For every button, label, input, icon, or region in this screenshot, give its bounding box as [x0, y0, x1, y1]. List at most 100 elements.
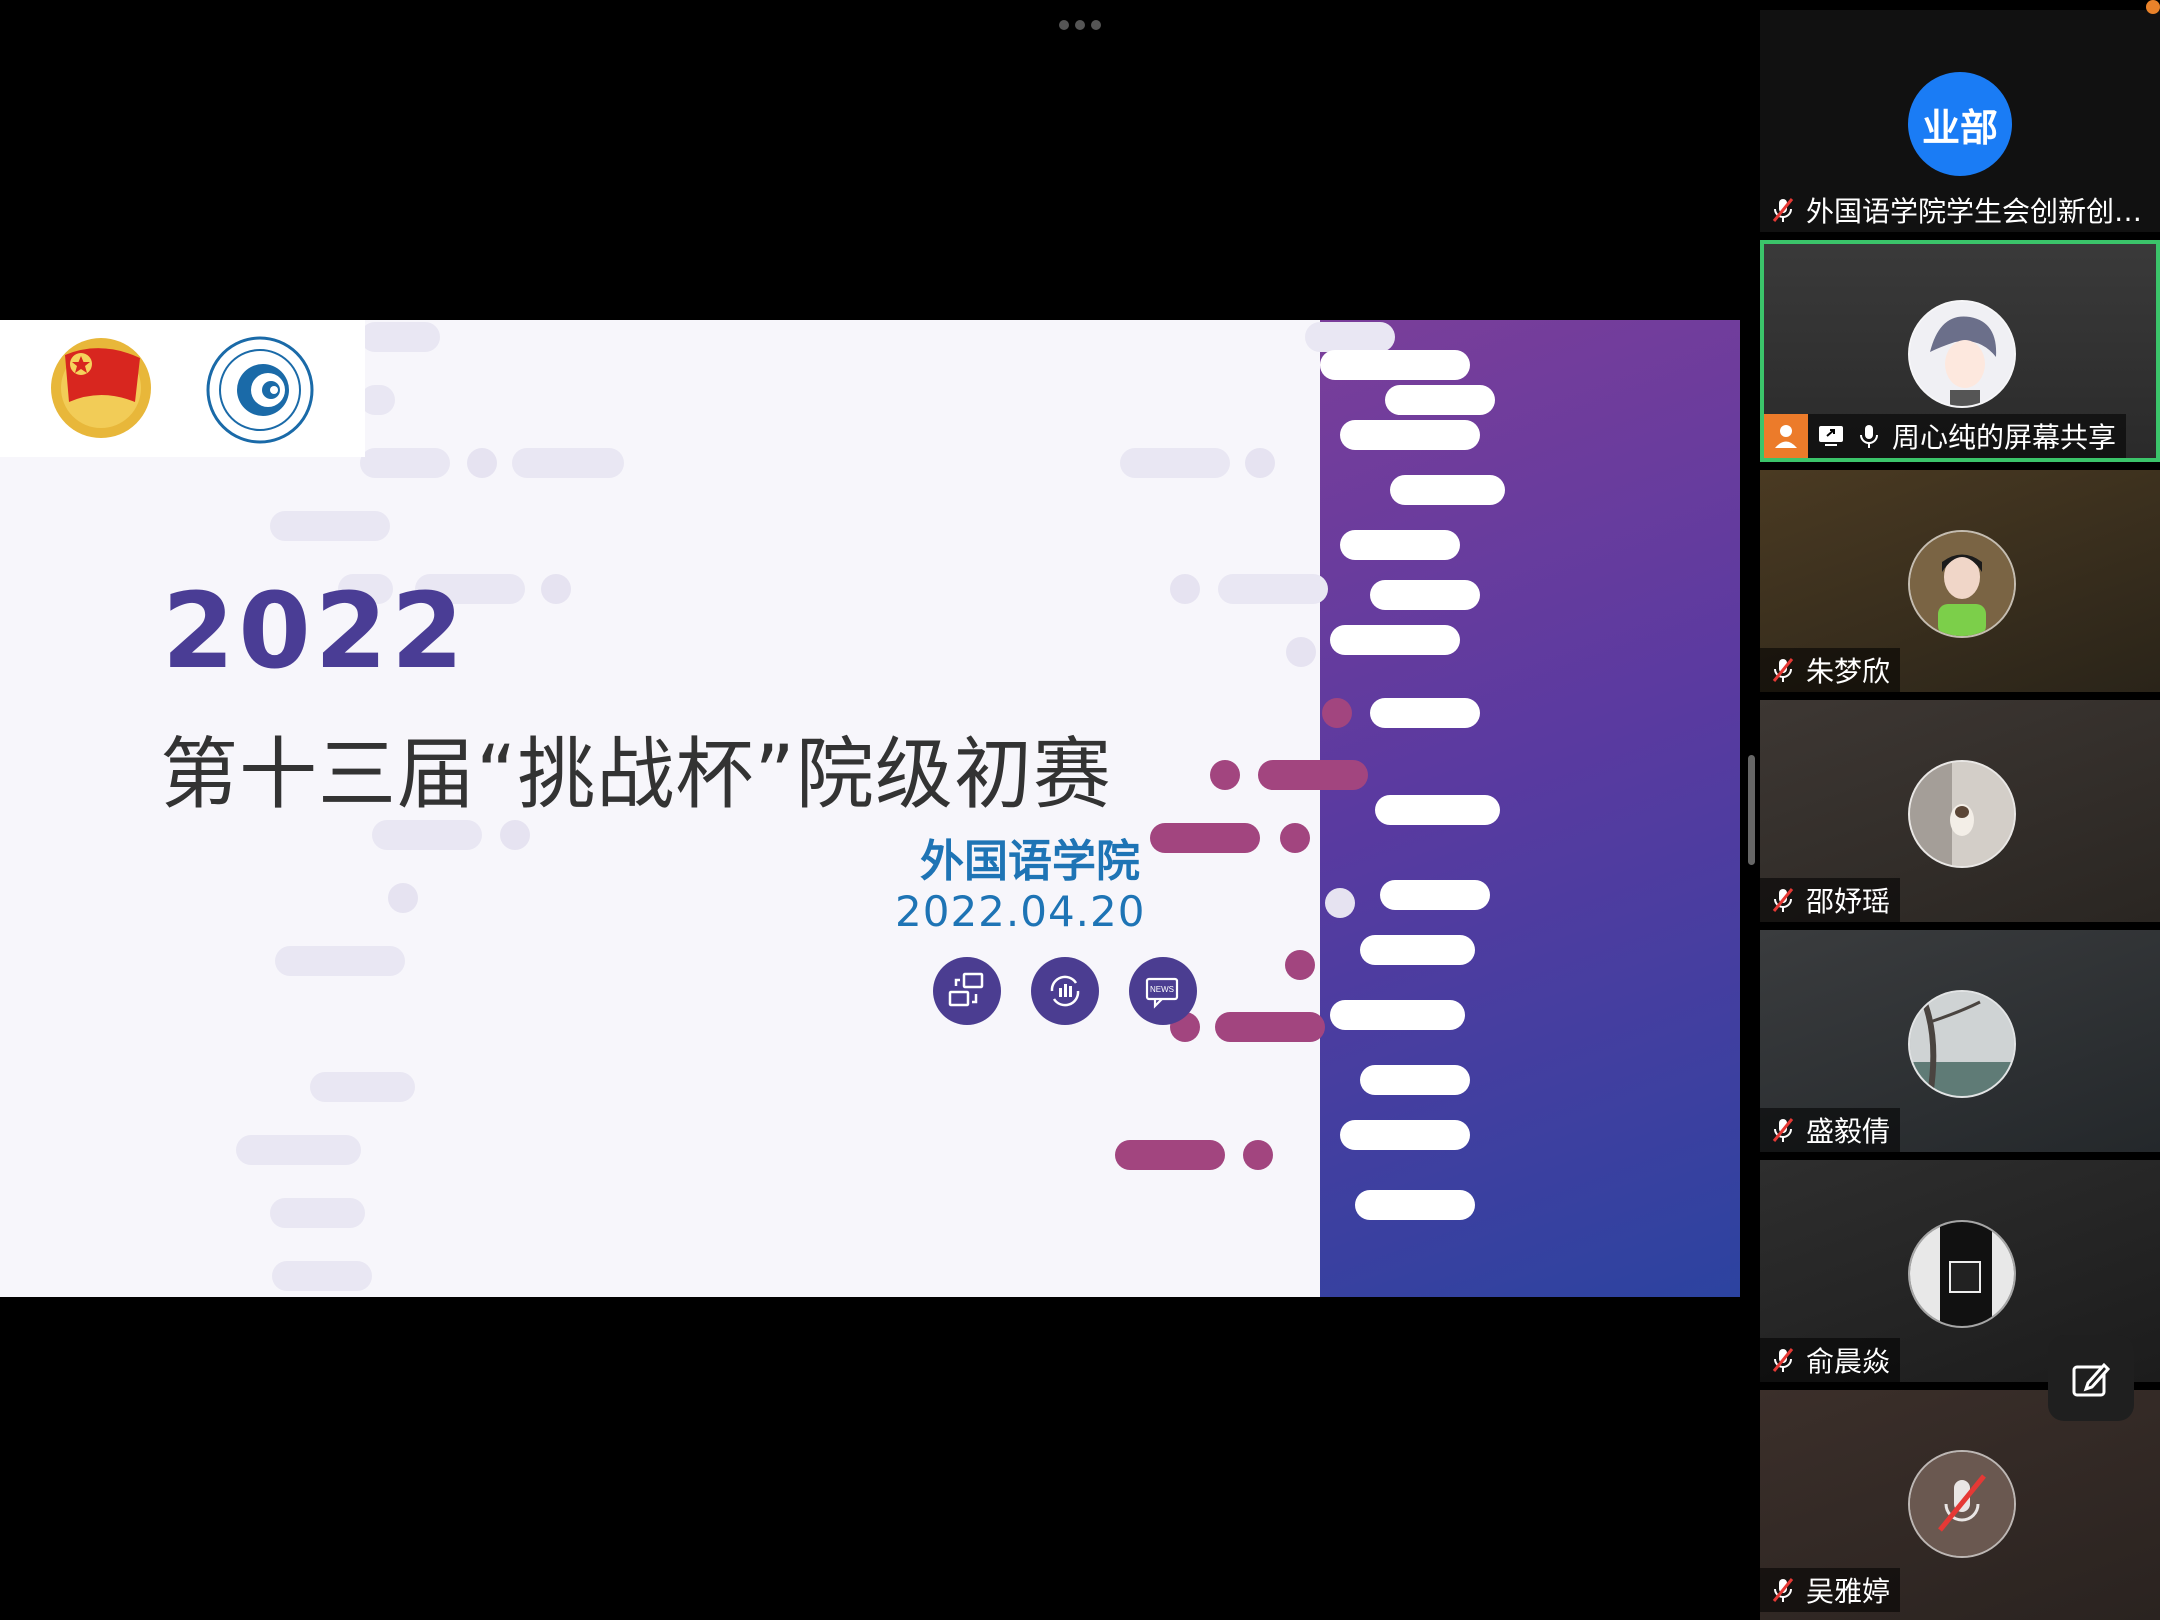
host-icon [1764, 414, 1808, 458]
avatar [1908, 1450, 2016, 1558]
participant-name-tag: 邵妤瑶 [1760, 878, 1901, 922]
deco-pill [1355, 1190, 1475, 1220]
participant-name: 周心纯的屏幕共享 [1892, 421, 2117, 454]
mic-on-icon [1860, 425, 1878, 448]
deco-pill [1370, 698, 1480, 728]
mic-muted-icon [1772, 1118, 1794, 1142]
deco-pill [310, 1072, 415, 1102]
deco-pill [1150, 823, 1260, 853]
deco-dot [1243, 1140, 1273, 1170]
deco-dot [1322, 698, 1352, 728]
slide-college: 外国语学院 [920, 836, 1140, 887]
avatar [1908, 530, 2016, 638]
presentation-slide: 2022 第十三届“挑战杯”院级初赛 外国语学院 2022.04.20 NEWS [0, 320, 1740, 1297]
share-screen-icon [933, 957, 1001, 1025]
deco-pill [360, 385, 395, 415]
panel-resize-handle[interactable] [1748, 755, 1755, 865]
deco-dot [467, 448, 497, 478]
participant-tile-active[interactable]: 周心纯的屏幕共享 [1760, 240, 2160, 462]
deco-pill [1340, 420, 1480, 450]
chart-refresh-icon [1031, 957, 1099, 1025]
participant-name: 俞晨焱 [1806, 1345, 1891, 1378]
deco-pill [1115, 1140, 1225, 1170]
deco-dot [1170, 574, 1200, 604]
participant-name-tag: 吴雅婷 [1760, 1568, 1901, 1612]
avatar [1908, 760, 2016, 868]
deco-pill [1390, 475, 1505, 505]
deco-pill [236, 1135, 361, 1165]
deco-pill [1215, 1012, 1325, 1042]
deco-dot [1210, 760, 1240, 790]
deco-pill [360, 322, 440, 352]
shared-screen-area: 2022 第十三届“挑战杯”院级初赛 外国语学院 2022.04.20 NEWS [0, 0, 1760, 1620]
deco-dot [541, 574, 571, 604]
youth-league-emblem [51, 338, 151, 438]
participant-name: 邵妤瑶 [1806, 885, 1891, 918]
deco-pill [272, 1261, 372, 1291]
deco-pill [1385, 385, 1495, 415]
participant-name: 外国语学院学生会创新创… [1806, 195, 2143, 228]
slide-icon-row: NEWS [933, 957, 1197, 1025]
deco-pill [275, 946, 405, 976]
participant-name: 盛毅倩 [1806, 1115, 1891, 1148]
mic-muted-icon [1772, 888, 1794, 912]
annotate-icon[interactable] [2048, 1335, 2134, 1421]
deco-dot [388, 883, 418, 913]
deco-dot [1286, 637, 1316, 667]
slide-year: 2022 [162, 570, 468, 692]
avatar-initials: 业部 [1921, 105, 1998, 150]
participant-tile[interactable]: 盛毅倩 [1760, 930, 2160, 1152]
mic-muted-icon [1772, 1578, 1794, 1602]
deco-pill [270, 1198, 365, 1228]
participant-name-tag: 盛毅倩 [1760, 1108, 1901, 1152]
deco-dot [1285, 950, 1315, 980]
deco-pill [372, 820, 482, 850]
avatar: 业部 [1908, 72, 2012, 176]
participant-name-tag: 朱梦欣 [1760, 648, 1901, 692]
deco-pill [1380, 880, 1490, 910]
participant-name: 朱梦欣 [1806, 655, 1891, 688]
avatar [1908, 990, 2016, 1098]
avatar [1908, 1220, 2016, 1328]
participant-tile[interactable]: 吴雅婷 [1760, 1390, 2160, 1620]
deco-pill [1120, 448, 1230, 478]
deco-dot [1245, 448, 1275, 478]
deco-pill [1258, 760, 1368, 790]
deco-dot [1280, 823, 1310, 853]
university-seal-logo [206, 336, 314, 444]
deco-pill [1305, 322, 1395, 352]
deco-pill [1218, 574, 1328, 604]
participant-tile[interactable]: 朱梦欣 [1760, 470, 2160, 692]
mic-muted-icon [1772, 1348, 1794, 1372]
deco-pill [270, 511, 390, 541]
deco-pill [512, 448, 624, 478]
deco-pill [360, 448, 450, 478]
participant-name-tag: 周心纯的屏幕共享 [1764, 414, 2127, 458]
participant-name-tag: 外国语学院学生会创新创… [1760, 188, 2152, 232]
participant-tile[interactable]: 业部 外国语学院学生会创新创… [1760, 10, 2160, 232]
mic-muted-icon [1772, 658, 1794, 682]
screen-share-icon [1819, 426, 1843, 446]
avatar [1908, 300, 2016, 408]
deco-pill [1330, 625, 1460, 655]
deco-pill [1360, 1065, 1470, 1095]
news-icon: NEWS [1129, 957, 1197, 1025]
participant-tile[interactable]: 邵妤瑶 [1760, 700, 2160, 922]
deco-pill [1370, 580, 1480, 610]
deco-pill [1320, 350, 1470, 380]
status-dot [2146, 0, 2160, 14]
deco-dot [1325, 888, 1355, 918]
ellipsis-icon[interactable] [1055, 18, 1105, 32]
participant-name: 吴雅婷 [1806, 1575, 1891, 1608]
mic-muted-icon [1772, 198, 1794, 222]
svg-text:NEWS: NEWS [1150, 985, 1174, 994]
slide-title: 第十三届“挑战杯”院级初赛 [160, 730, 1112, 820]
deco-pill [1340, 1120, 1470, 1150]
deco-dot [500, 820, 530, 850]
deco-pill [1340, 530, 1460, 560]
slide-date: 2022.04.20 [895, 887, 1146, 936]
deco-pill [1330, 1000, 1465, 1030]
deco-pill [1375, 795, 1500, 825]
deco-pill [1360, 935, 1475, 965]
participant-name-tag: 俞晨焱 [1760, 1338, 1901, 1382]
